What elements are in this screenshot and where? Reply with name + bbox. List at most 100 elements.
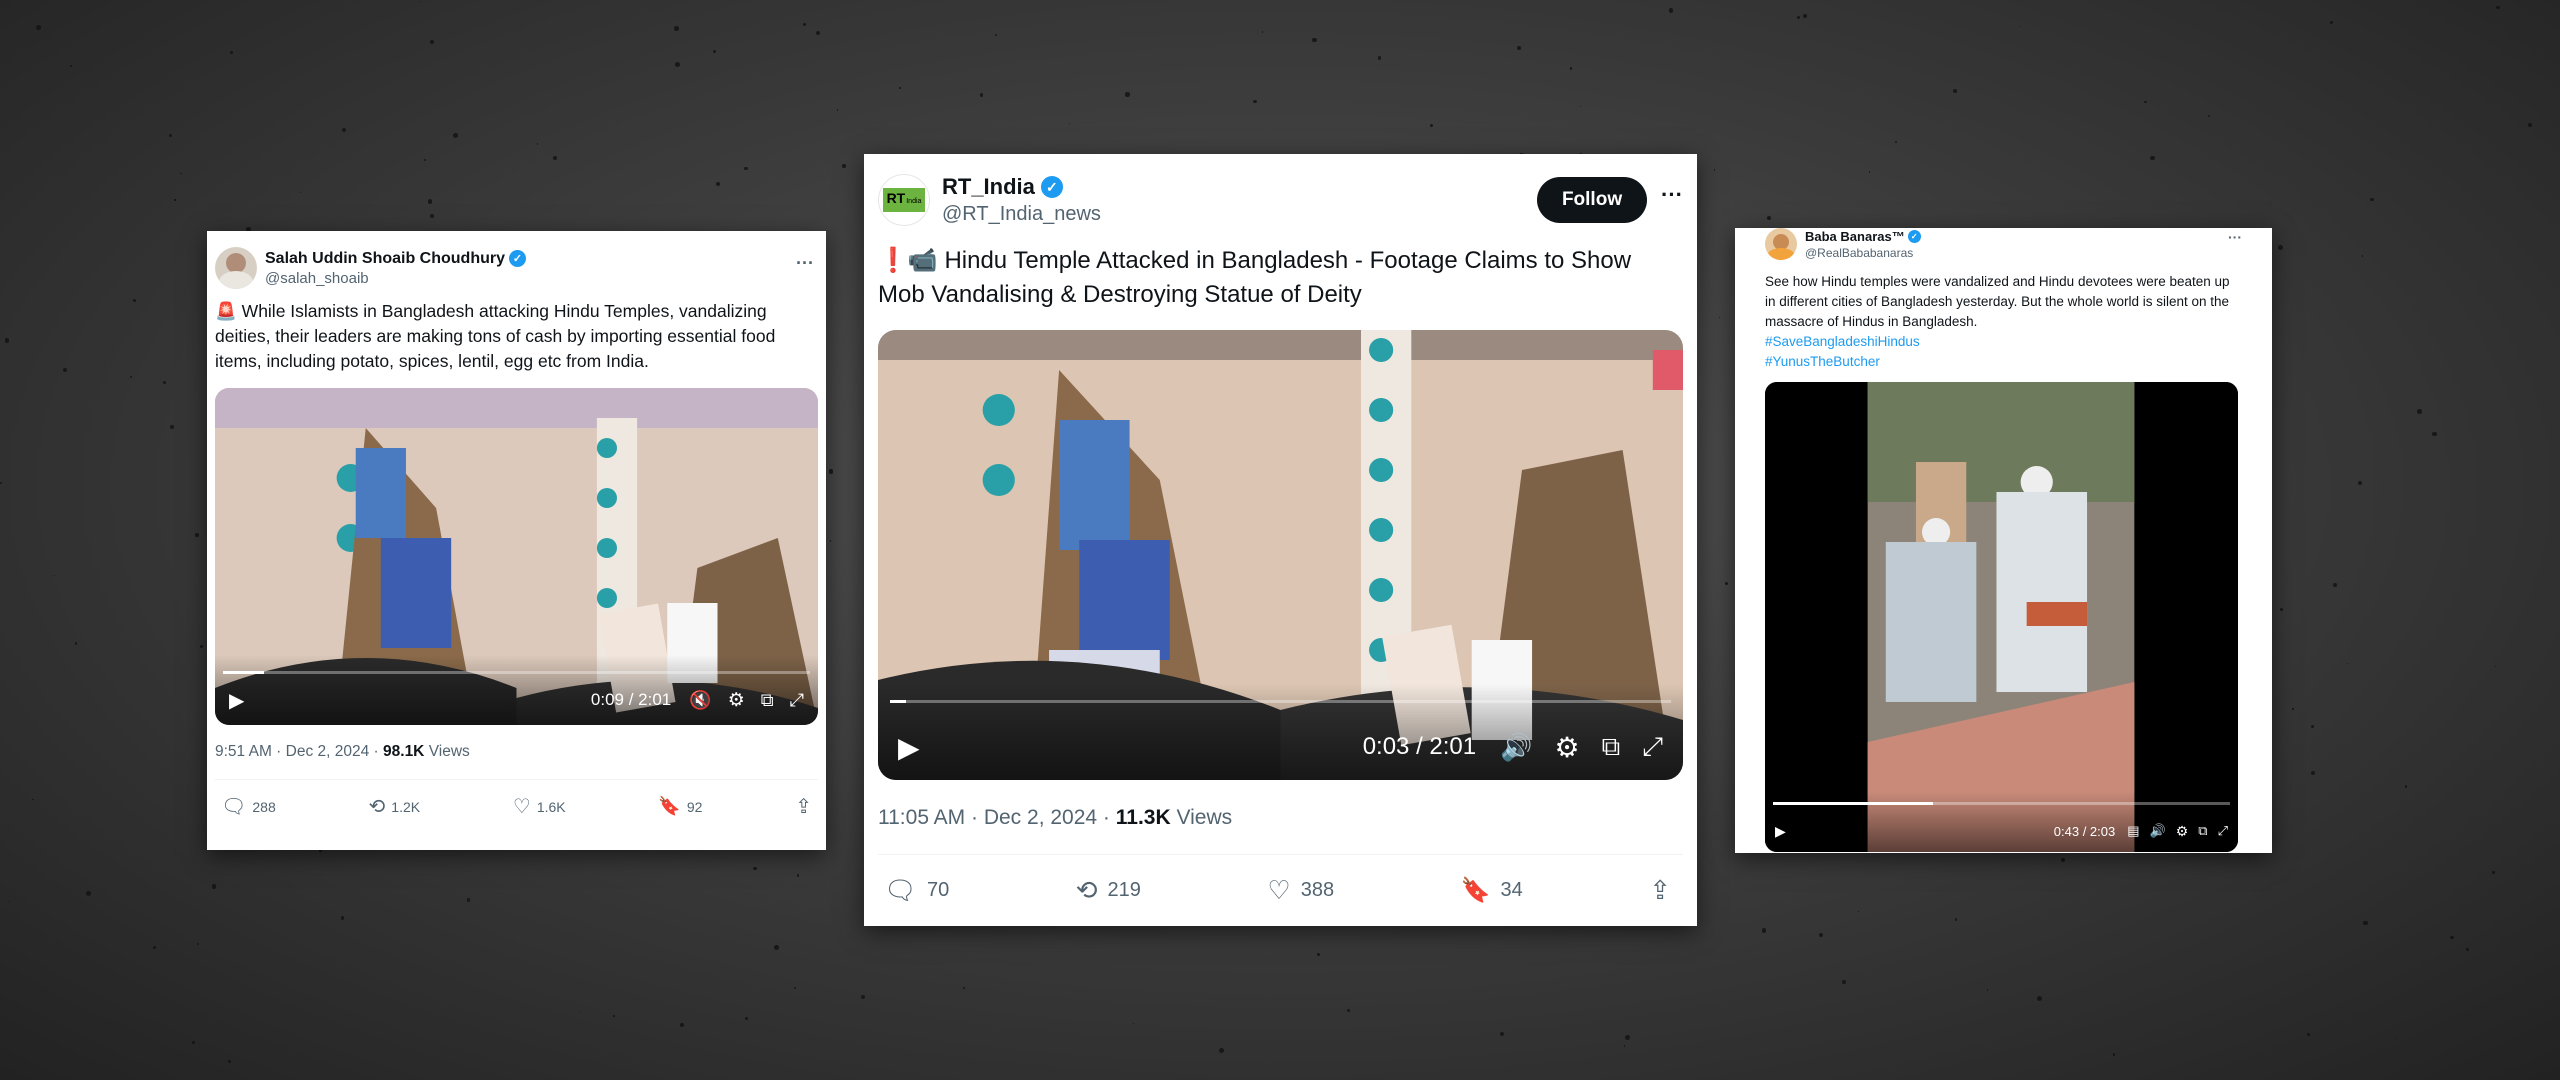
play-icon[interactable]: ▶ [1775, 823, 1786, 840]
author-name[interactable]: Salah Uddin Shoaib Choudhury [265, 250, 505, 268]
bookmark-button[interactable]: 🔖 34 [1461, 876, 1523, 905]
follow-button[interactable]: Follow [1537, 177, 1648, 223]
background-speck [2329, 20, 2334, 24]
repost-button[interactable]: ⟲ 219 [1076, 875, 1141, 906]
hashtag-link[interactable]: #YunusTheButcher [1765, 352, 2242, 372]
tweet-text: 🚨 While Islamists in Bangladesh attackin… [207, 289, 826, 374]
author-handle[interactable]: @RT_India_news [942, 203, 1101, 226]
background-speck [674, 26, 679, 31]
volume-icon[interactable]: 🔊 [2150, 823, 2166, 839]
video-progress-bar[interactable] [890, 700, 1671, 703]
background-speck [1517, 46, 1521, 50]
fullscreen-icon[interactable]: ⤢ [2218, 823, 2228, 839]
popout-icon[interactable]: ⧉ [1602, 731, 1621, 763]
background-speck [174, 199, 176, 201]
background-speck [674, 61, 680, 67]
repost-button[interactable]: ⟲ 1.2K [369, 794, 421, 819]
background-speck [842, 164, 846, 168]
background-speck [424, 158, 427, 161]
volume-icon[interactable]: 🔊 [1500, 732, 1532, 763]
repost-icon: ⟲ [368, 796, 386, 818]
repost-count: 219 [1107, 879, 1141, 901]
avatar[interactable] [215, 247, 257, 289]
verified-badge-icon: ✓ [509, 250, 526, 267]
fullscreen-icon[interactable]: ⤢ [1642, 731, 1663, 763]
reply-count: 70 [927, 879, 950, 901]
video-frame [1765, 382, 2238, 852]
background-speck [1761, 928, 1767, 933]
bookmark-button[interactable]: 🔖 92 [658, 796, 702, 817]
background-speck [2466, 947, 2469, 951]
background-speck [1125, 92, 1130, 97]
hashtag-link[interactable]: #SaveBangladeshiHindus [1765, 332, 2242, 352]
settings-gear-icon[interactable]: ⚙ [2176, 823, 2189, 840]
popout-icon[interactable]: ⧉ [761, 690, 774, 711]
settings-gear-icon[interactable]: ⚙ [728, 689, 745, 712]
background-speck [211, 883, 217, 889]
reply-button[interactable]: 🗨 288 [221, 794, 276, 819]
background-speck [744, 166, 748, 171]
background-speck [579, 1011, 581, 1012]
more-options-icon[interactable]: ··· [2228, 229, 2242, 245]
views-count: 11.3K [1115, 806, 1171, 829]
video-timestamp: 0:43 / 2:03 [2053, 823, 2116, 839]
background-speck [2394, 1037, 2396, 1039]
background-speck [429, 214, 434, 218]
reply-button[interactable]: 🗨 70 [884, 875, 949, 906]
views-label: Views [1170, 806, 1233, 829]
background-speck [2450, 935, 2454, 940]
background-speck [774, 944, 779, 950]
reply-icon: 🗨 [221, 796, 247, 818]
bookmark-count: 34 [1500, 879, 1523, 901]
background-speck [536, 143, 539, 145]
share-button[interactable]: ⇪ [1649, 875, 1671, 906]
alert-camera-emoji-icon: ❗📹 [878, 247, 938, 274]
bookmark-count: 92 [686, 798, 703, 815]
mute-icon[interactable]: 🔇 [689, 690, 711, 711]
background-speck [1218, 1047, 1224, 1053]
background-speck [132, 299, 136, 303]
background-speck [1842, 980, 1846, 984]
siren-emoji-icon: 🚨 [215, 301, 237, 321]
like-count: 388 [1300, 879, 1335, 901]
author-name[interactable]: Baba Banaras™ [1805, 229, 1905, 244]
views-label: Views [424, 743, 470, 760]
heart-icon: ♡ [1267, 875, 1291, 905]
tweet-text: ❗📹 Hindu Temple Attacked in Bangladesh -… [864, 226, 1697, 312]
like-button[interactable]: ♡ 1.6K [513, 794, 566, 819]
video-progress-bar[interactable] [1773, 802, 2230, 805]
views-count: 98.1K [383, 743, 425, 760]
background-speck [1986, 989, 1988, 991]
author-handle[interactable]: @salah_shoaib [265, 270, 526, 287]
captions-icon[interactable]: ▤ [2127, 823, 2139, 839]
avatar[interactable]: RTIndia [878, 174, 930, 226]
tweet-timestamp[interactable]: 11:05 AM · Dec 2, 2024 · [878, 806, 1116, 829]
settings-gear-icon[interactable]: ⚙ [1555, 731, 1580, 764]
avatar[interactable] [1765, 228, 1797, 260]
background-speck [963, 987, 965, 989]
share-button[interactable]: ⇪ [795, 794, 812, 819]
background-speck [2036, 995, 2042, 1001]
popout-icon[interactable]: ⧉ [2198, 823, 2207, 839]
author-handle[interactable]: @RealBababanaras [1805, 246, 1921, 260]
tweet-video[interactable]: ▶ 0:09 / 2:01 🔇 ⚙ ⧉ ⤢ [215, 388, 818, 725]
tweet-text-body: See how Hindu temples were vandalized an… [1765, 274, 2230, 329]
action-bar: 🗨 70 ⟲ 219 ♡ 388 🔖 34 ⇪ [864, 855, 1697, 906]
video-progress-bar[interactable] [223, 671, 810, 674]
more-options-icon[interactable]: ··· [1661, 182, 1683, 208]
background-speck [753, 866, 757, 870]
more-options-icon[interactable]: ··· [796, 253, 814, 274]
tweet-video[interactable]: ▶ 0:03 / 2:01 🔊 ⚙ ⧉ ⤢ [878, 330, 1683, 780]
like-button[interactable]: ♡ 388 [1267, 875, 1334, 906]
author-name[interactable]: RT_India [942, 174, 1035, 200]
background-speck [85, 891, 91, 897]
fullscreen-icon[interactable]: ⤢ [790, 690, 804, 711]
play-icon[interactable]: ▶ [229, 688, 244, 713]
tweet-video[interactable]: ▶ 0:43 / 2:03 ▤ 🔊 ⚙ ⧉ ⤢ [1765, 382, 2238, 852]
verified-badge-icon: ✓ [1040, 176, 1063, 198]
play-icon[interactable]: ▶ [898, 731, 920, 764]
background-speck [192, 1040, 196, 1044]
heart-icon: ♡ [512, 796, 531, 818]
tweet-timestamp[interactable]: 9:51 AM · Dec 2, 2024 · [215, 743, 383, 760]
background-speck [1668, 8, 1674, 13]
